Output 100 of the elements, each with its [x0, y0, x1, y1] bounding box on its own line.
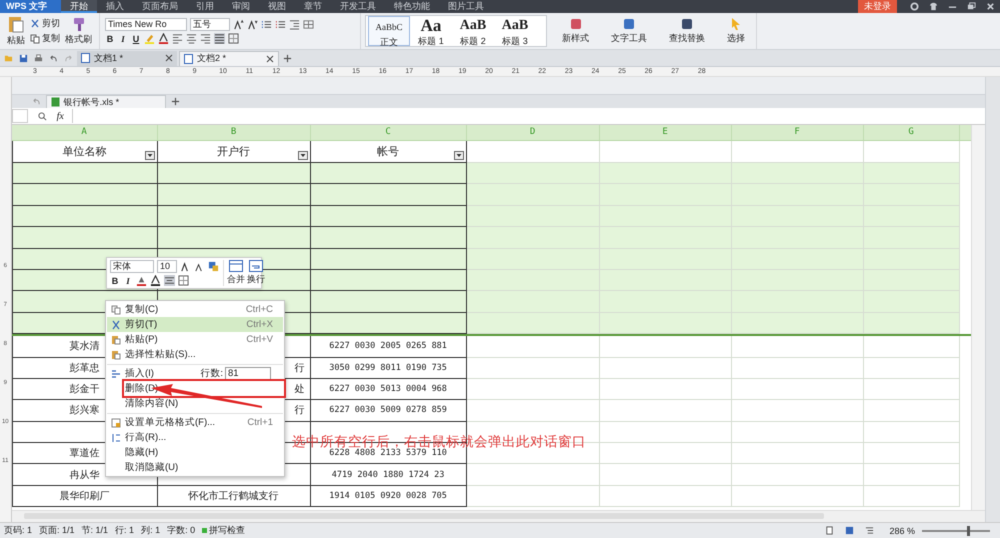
- status-item: 页码: 1: [4, 524, 32, 537]
- menu-item[interactable]: 行高(R)...: [107, 430, 283, 445]
- table-cell[interactable]: [12, 206, 158, 228]
- table-cell[interactable]: [12, 184, 158, 206]
- menu-tab[interactable]: 开发工具: [331, 0, 386, 13]
- list-icon[interactable]: [261, 19, 272, 30]
- table-cell: 4719 2040 1880 1724 23: [310, 464, 467, 486]
- table-icon[interactable]: [303, 19, 314, 30]
- borders-icon[interactable]: [228, 33, 239, 44]
- document-icon: [184, 54, 193, 64]
- status-item: 列: 1: [141, 524, 160, 537]
- menu-tab[interactable]: 章节: [295, 0, 332, 13]
- shirt-icon[interactable]: [929, 2, 938, 11]
- row-count-spinner[interactable]: 81: [225, 366, 271, 380]
- merge-button[interactable]: 合并: [227, 260, 245, 286]
- style-preset[interactable]: Aa 标题 1: [410, 16, 452, 46]
- menu-tab[interactable]: 插入: [97, 0, 134, 13]
- settings-icon[interactable]: [910, 2, 919, 11]
- menu-tab[interactable]: 开始: [61, 0, 98, 13]
- layout-view-icon[interactable]: [845, 526, 854, 535]
- ribbon-command[interactable]: 新样式: [556, 17, 595, 45]
- style-icon[interactable]: [208, 261, 219, 272]
- style-preset[interactable]: AaB 标题 2: [452, 16, 494, 46]
- font-color-icon[interactable]: [150, 275, 161, 286]
- text-style-button[interactable]: I: [123, 276, 133, 286]
- justify-icon[interactable]: [214, 33, 225, 44]
- print-icon[interactable]: [34, 54, 43, 62]
- add-icon[interactable]: [283, 54, 292, 62]
- borders-icon[interactable]: [178, 275, 189, 286]
- menu-item[interactable]: 复制(C) Ctrl+C: [107, 302, 283, 317]
- align-center-icon[interactable]: [164, 275, 175, 286]
- cut-icon: [111, 320, 121, 330]
- merge-icon: [229, 260, 243, 272]
- copy-button[interactable]: 复制: [30, 32, 60, 45]
- vertical-scrollbar[interactable]: [984, 77, 1000, 522]
- paste-button[interactable]: 粘贴: [5, 15, 27, 47]
- ribbon-command[interactable]: 查找替换: [663, 17, 711, 45]
- menu-tab[interactable]: 页面布局: [133, 0, 188, 13]
- menu-tab[interactable]: 视图: [259, 0, 296, 13]
- close-icon[interactable]: [165, 54, 173, 62]
- align-center-icon[interactable]: [186, 33, 197, 44]
- table-cell[interactable]: [12, 227, 158, 249]
- cut-button[interactable]: 剪切: [30, 17, 60, 30]
- document-tab[interactable]: 文档1 *: [77, 50, 177, 66]
- menu-item[interactable]: 剪切(T) Ctrl+X: [107, 317, 283, 332]
- font-size-field[interactable]: 五号: [190, 18, 230, 31]
- shrink-font-icon[interactable]: [247, 19, 258, 30]
- restore-icon[interactable]: [967, 2, 976, 11]
- ribbon-command[interactable]: 选择: [721, 17, 751, 45]
- login-badge[interactable]: 未登录: [858, 0, 897, 13]
- spell-check-button[interactable]: 拼写检查: [202, 524, 246, 537]
- outline-view-icon[interactable]: [865, 526, 874, 535]
- undo-icon[interactable]: [49, 54, 58, 62]
- vertical-scrollbar[interactable]: [970, 125, 985, 510]
- tool-icon: [568, 17, 582, 31]
- table-cell[interactable]: [12, 163, 158, 184]
- grow-font-icon[interactable]: [180, 261, 191, 272]
- filter-icon[interactable]: [454, 151, 464, 160]
- style-preset[interactable]: AaB 标题 3: [494, 16, 536, 46]
- horizontal-scrollbar[interactable]: [12, 510, 985, 522]
- indent-icon[interactable]: [289, 19, 300, 30]
- page-view-icon[interactable]: [825, 526, 834, 535]
- close-icon[interactable]: [266, 54, 274, 62]
- text-style-button[interactable]: U: [131, 34, 141, 44]
- zoom-level: 286 %: [889, 526, 915, 536]
- style-preset[interactable]: AaBbC 正文: [368, 16, 410, 46]
- font-name-field[interactable]: 宋体: [110, 260, 154, 273]
- save-icon[interactable]: [19, 54, 28, 62]
- align-left-icon[interactable]: [172, 33, 183, 44]
- menu-tab[interactable]: 引用: [187, 0, 224, 13]
- grow-font-icon[interactable]: [233, 19, 244, 30]
- menu-tab[interactable]: 图片工具: [439, 0, 494, 13]
- document-tab[interactable]: 文档2 *: [179, 50, 279, 66]
- app-menu-button[interactable]: WPS 文字: [0, 0, 62, 13]
- slider-thumb[interactable]: [967, 526, 970, 536]
- function-label[interactable]: fx: [56, 110, 64, 122]
- workbook-tab[interactable]: 银行帐号.xls *: [46, 95, 166, 108]
- table-cell: 怀化市工行鹤城支行: [158, 486, 311, 508]
- format-icon: [111, 418, 121, 428]
- wrap-button[interactable]: 换行: [247, 260, 265, 286]
- fill-color-icon[interactable]: [136, 275, 147, 286]
- numbered-list-icon[interactable]: [275, 19, 286, 30]
- text-style-button[interactable]: B: [110, 276, 120, 286]
- menu-tab[interactable]: 特色功能: [385, 0, 440, 13]
- font-size-field[interactable]: 10: [157, 260, 177, 273]
- ribbon-command[interactable]: 文字工具: [605, 17, 653, 45]
- filter-icon[interactable]: [144, 151, 155, 160]
- align-right-icon[interactable]: [200, 33, 211, 44]
- filter-icon[interactable]: [298, 151, 308, 160]
- add-icon[interactable]: [170, 97, 180, 106]
- menu-tab[interactable]: 审阅: [223, 0, 260, 13]
- search-icon[interactable]: [38, 112, 47, 120]
- table-cell[interactable]: 晨华印刷厂: [12, 486, 158, 508]
- format-painter-button[interactable]: 格式刷: [63, 16, 94, 46]
- menu-item[interactable]: 插入(I) 行数: 81: [107, 364, 283, 381]
- font-color-icon[interactable]: [158, 33, 169, 44]
- menu-item[interactable]: 设置单元格格式(F)... Ctrl+1: [107, 413, 283, 430]
- font-name-field[interactable]: Times New Ro: [105, 18, 187, 31]
- text-style-button[interactable]: B: [105, 34, 115, 44]
- text-style-button[interactable]: I: [118, 34, 128, 44]
